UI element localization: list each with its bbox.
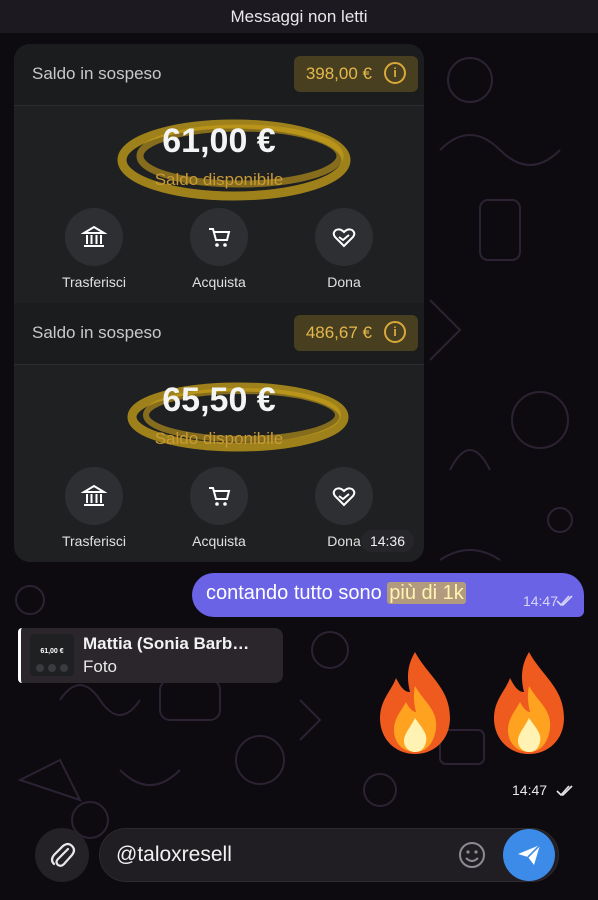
pending-balance-amount: 486,67 € xyxy=(305,323,372,342)
buy-label: Acquista xyxy=(192,274,246,290)
fire-emoji xyxy=(380,652,450,754)
message-timestamp: 14:36 xyxy=(360,530,414,552)
attach-button[interactable] xyxy=(35,828,89,882)
transfer-button xyxy=(65,208,123,266)
info-icon: i xyxy=(384,62,406,84)
heart-hands-icon xyxy=(332,228,356,248)
send-button[interactable] xyxy=(503,829,555,881)
message-timestamp: 14:47 xyxy=(522,593,558,609)
bank-icon xyxy=(81,484,107,506)
buy-button xyxy=(190,208,248,266)
transfer-label: Trasferisci xyxy=(61,274,127,290)
transfer-button xyxy=(65,467,123,525)
cart-icon xyxy=(209,487,231,506)
double-check-icon xyxy=(556,595,573,607)
available-balance-amount: 61,00 € xyxy=(162,122,276,160)
heart-hands-icon xyxy=(332,487,356,507)
double-check-icon xyxy=(556,785,573,797)
pending-balance-row: Saldo in sospeso 398,00 € i xyxy=(14,44,424,106)
donate-button xyxy=(315,208,373,266)
balance-panel-2: Saldo in sospeso 486,67 € i 65,50 € Sald… xyxy=(14,303,424,562)
balance-panel-1: Saldo in sospeso 398,00 € i 61,00 € Sald… xyxy=(14,44,424,303)
message-text-plain: contando tutto sono xyxy=(206,582,388,604)
unread-messages-bar: Messaggi non letti xyxy=(0,0,598,33)
pending-balance-row: Saldo in sospeso 486,67 € i xyxy=(14,303,424,365)
bank-icon xyxy=(81,225,107,247)
outgoing-message-bubble[interactable]: contando tutto sono più di 1k 14:47 xyxy=(192,573,584,617)
buy-button xyxy=(190,467,248,525)
available-balance-area: 65,50 € Saldo disponibile Trasferisci Ac… xyxy=(14,365,424,562)
reply-media-type: Foto xyxy=(83,657,118,676)
message-input-value: @taloxresell xyxy=(116,843,232,866)
cart-icon xyxy=(209,228,231,247)
available-balance-label: Saldo disponibile xyxy=(154,429,284,448)
unread-label: Messaggi non letti xyxy=(230,6,368,26)
available-balance-area: 61,00 € Saldo disponibile Trasferisci Ac… xyxy=(14,106,424,303)
buy-label: Acquista xyxy=(192,533,246,549)
pending-balance-label: Saldo in sospeso xyxy=(32,323,162,342)
reply-sender-name: Mattia (Sonia Barb… xyxy=(83,634,250,653)
transfer-label: Trasferisci xyxy=(61,533,127,549)
message-text-highlighted: più di 1k xyxy=(387,582,466,604)
paperclip-icon xyxy=(50,842,76,867)
thumbnail-amount: 61,00 € xyxy=(40,648,64,655)
reply-preview-card[interactable]: 61,00 € Mattia (Sonia Barb… Foto xyxy=(18,628,283,683)
reply-thumbnail: 61,00 € xyxy=(30,634,74,676)
donate-label: Dona xyxy=(327,274,361,290)
message-text: contando tutto sono più di 1k xyxy=(206,582,466,605)
sticker-icon[interactable] xyxy=(458,841,486,869)
screenshot-image-message[interactable]: Saldo in sospeso 398,00 € i 61,00 € Sald… xyxy=(14,44,424,562)
send-icon xyxy=(518,844,541,865)
message-timestamp: 14:47 xyxy=(512,782,548,798)
message-input[interactable]: @taloxresell xyxy=(99,828,559,882)
info-icon: i xyxy=(384,321,406,343)
available-balance-amount: 65,50 € xyxy=(162,381,276,419)
pending-balance-label: Saldo in sospeso xyxy=(32,64,162,83)
donate-button xyxy=(315,467,373,525)
pending-balance-amount: 398,00 € xyxy=(305,64,372,83)
available-balance-label: Saldo disponibile xyxy=(154,170,284,189)
fire-emoji xyxy=(494,652,564,754)
